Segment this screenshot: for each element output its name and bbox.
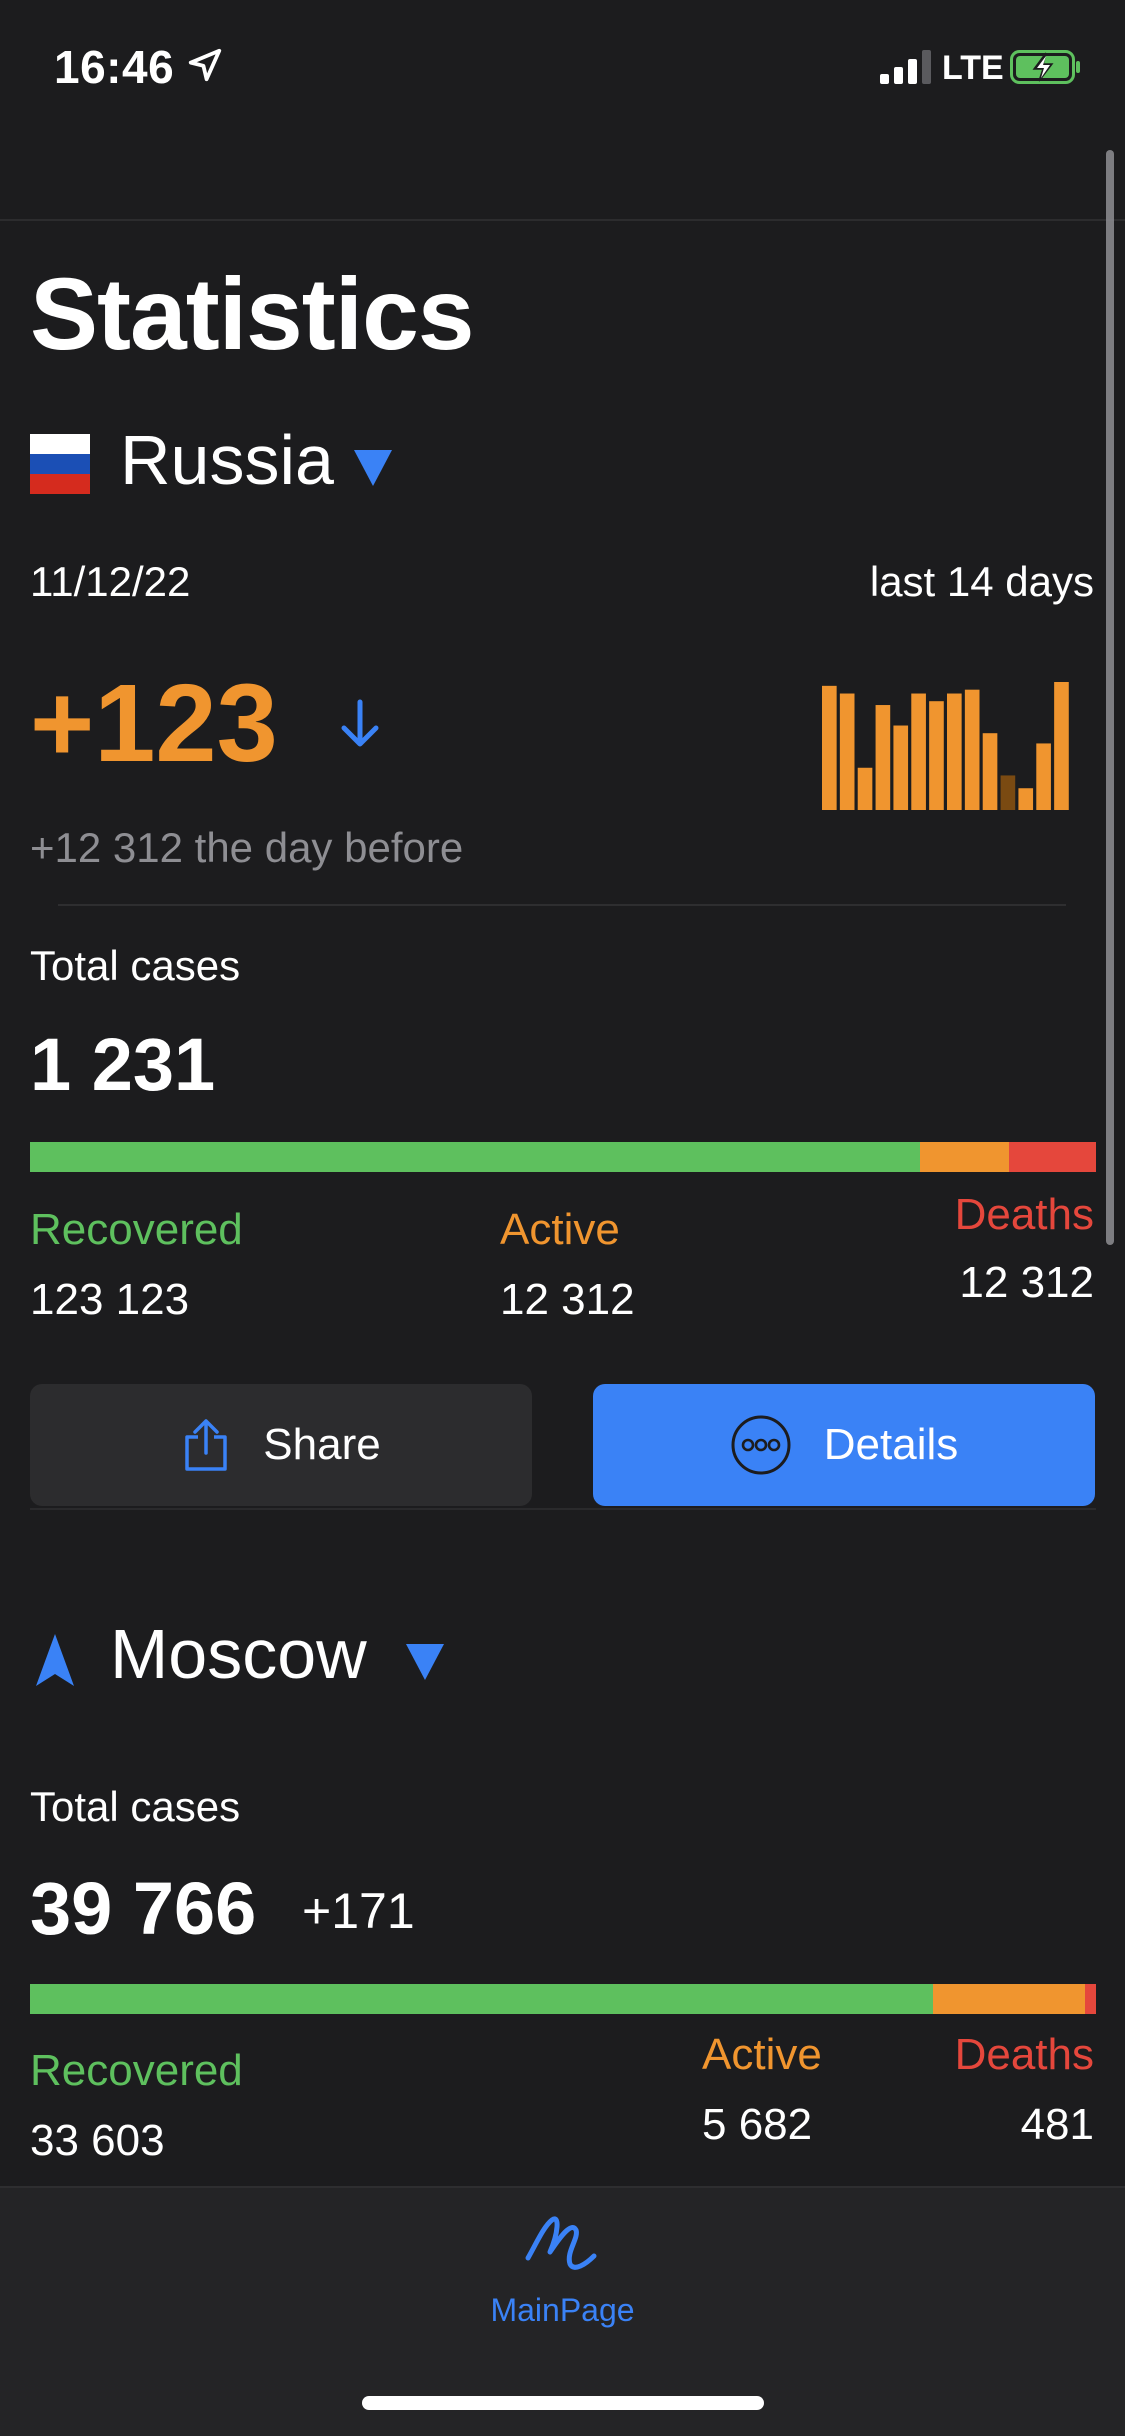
active-value: 12 312: [500, 1275, 635, 1324]
city-deaths-label: Deaths: [954, 2030, 1094, 2079]
scrollbar[interactable]: [1106, 150, 1114, 1245]
header-divider: [0, 219, 1125, 221]
cases-breakdown-bar: [30, 1142, 1096, 1172]
city-total-cases-value: 39 766: [30, 1867, 257, 1950]
status-time: 16:46: [54, 41, 175, 93]
screen: 16:46 LTE Statistics Russia 11/12/22 las…: [0, 0, 1125, 2436]
sparkline-bar: [822, 685, 837, 810]
city-total-delta: +171: [302, 1883, 415, 1939]
city-recovered-label: Recovered: [30, 2046, 243, 2095]
chevron-down-icon[interactable]: [352, 446, 394, 488]
sparkline-bar: [911, 693, 926, 810]
total-cases-value: 1 231: [30, 1023, 216, 1106]
share-icon: [185, 1419, 228, 1471]
active-segment: [920, 1142, 1009, 1172]
sparkline-bar: [929, 701, 944, 810]
share-button[interactable]: Share: [30, 1384, 532, 1506]
sparkline-bar: [964, 689, 980, 810]
chevron-down-icon[interactable]: [404, 1640, 446, 1682]
active-segment: [932, 1984, 1086, 2014]
recovered-label: Recovered: [30, 1205, 243, 1254]
separator: [58, 904, 1066, 906]
new-cases-value: +123: [30, 662, 278, 785]
russia-flag-icon: [30, 434, 90, 494]
arrow-down-icon: [341, 699, 379, 747]
city-deaths-value: 481: [1020, 2100, 1094, 2149]
city-total-cases-label: Total cases: [30, 1783, 241, 1830]
sparkline-bar: [1036, 743, 1051, 810]
city-cases-breakdown-bar: [30, 1984, 1096, 2014]
recovered-segment: [30, 1142, 921, 1172]
location-icon: [36, 1634, 74, 1686]
sparkline-bar: [1018, 788, 1034, 810]
details-button[interactable]: Details: [593, 1384, 1095, 1506]
day-before-label: +12 312 the day before: [30, 824, 464, 871]
city-active-label: Active: [702, 2030, 822, 2079]
scribble-icon[interactable]: [522, 2208, 602, 2278]
total-cases-label: Total cases: [30, 942, 241, 989]
date-label: 11/12/22: [30, 558, 191, 605]
sparkline-bar: [982, 733, 998, 810]
network-type: LTE: [942, 49, 1004, 87]
status-bar: 16:46 LTE: [0, 0, 1125, 140]
city-recovered-value: 33 603: [30, 2116, 165, 2165]
sparkline-bar: [893, 725, 909, 810]
sparkline-bar: [1000, 775, 1016, 810]
period-label: last 14 days: [869, 558, 1094, 605]
recovered-segment: [30, 1984, 933, 2014]
separator: [30, 1508, 1096, 1510]
recovered-value: 123 123: [30, 1275, 190, 1324]
sparkline-bar: [857, 767, 873, 810]
deaths-value: 12 312: [959, 1258, 1094, 1307]
city-active-value: 5 682: [702, 2100, 813, 2149]
deaths-segment: [1008, 1142, 1096, 1172]
share-label: Share: [263, 1420, 381, 1469]
active-label: Active: [500, 1205, 620, 1254]
sparkline-bar: [1054, 682, 1069, 810]
sparkline-bar: [839, 693, 855, 810]
deaths-label: Deaths: [954, 1190, 1094, 1239]
deaths-segment: [1085, 1984, 1096, 2014]
more-options-icon: [731, 1415, 791, 1475]
sparkline-bar: [947, 693, 962, 810]
battery-charging-icon: [1010, 50, 1080, 84]
page-title: Statistics: [30, 257, 475, 371]
sparkline-chart: [822, 682, 1069, 810]
city-selector[interactable]: Moscow: [110, 1614, 367, 1694]
sparkline-bar: [875, 705, 891, 810]
country-selector[interactable]: Russia: [120, 420, 334, 500]
tab-mainpage[interactable]: MainPage: [0, 2292, 1125, 2329]
details-label: Details: [823, 1420, 959, 1469]
home-indicator[interactable]: [362, 2396, 764, 2410]
location-arrow-icon: [188, 48, 222, 82]
signal-icon: [880, 50, 931, 84]
